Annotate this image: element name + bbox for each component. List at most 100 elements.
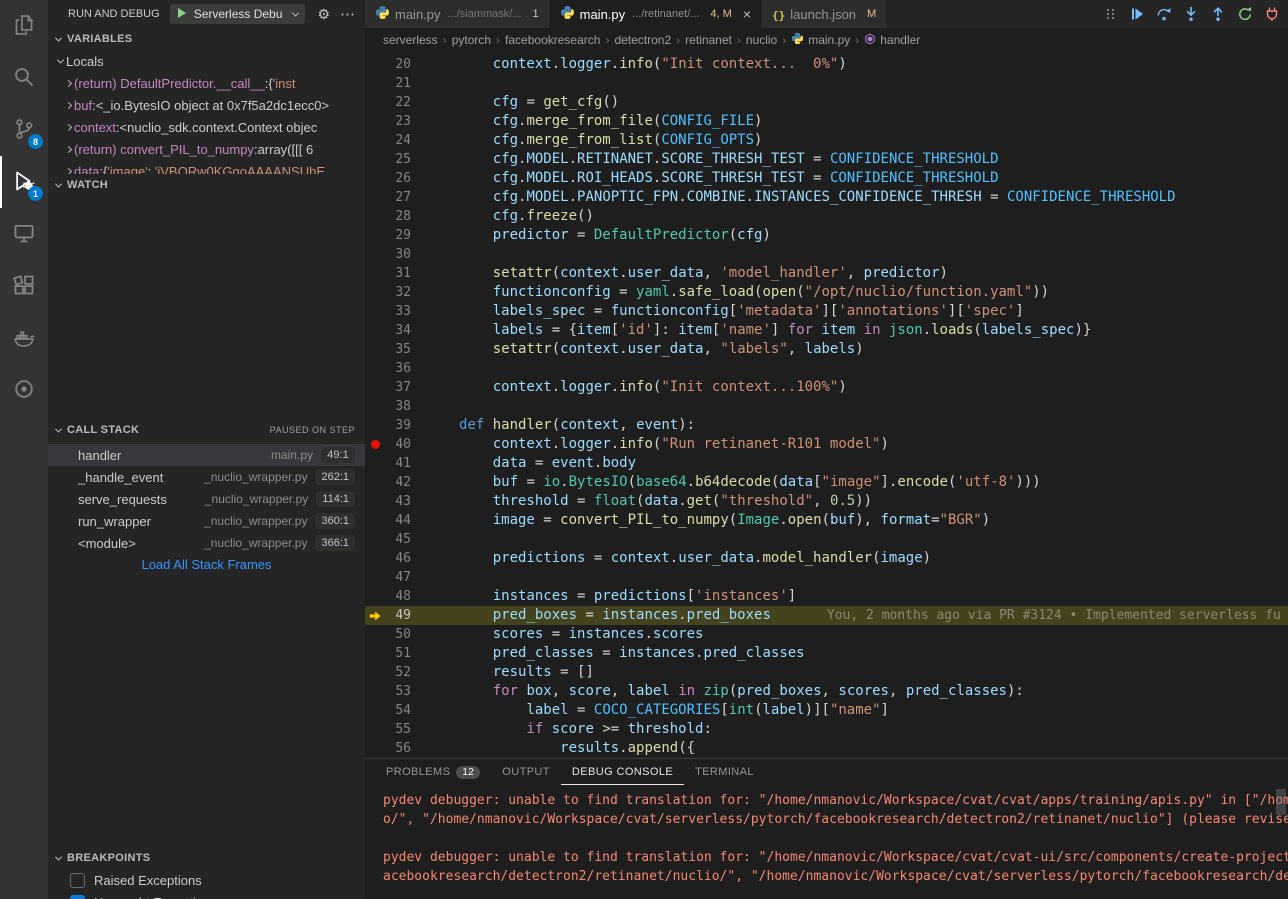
more-actions-icon[interactable]: ⋯ [340, 5, 355, 23]
code-line[interactable]: 43 threshold = float(data.get("threshold… [365, 492, 1288, 511]
code-line[interactable]: 52 results = [] [365, 663, 1288, 682]
code-line[interactable]: 42 buf = io.BytesIO(base64.b64decode(dat… [365, 473, 1288, 492]
close-icon[interactable]: × [743, 7, 751, 21]
code-line[interactable]: 36 [365, 359, 1288, 378]
activity-bar-item-search[interactable] [0, 52, 48, 104]
code-editor[interactable]: 20 context.logger.info("Init context... … [365, 52, 1288, 758]
variables-section-header[interactable]: VARIABLES [48, 28, 365, 50]
debug-disconnect-button[interactable] [1264, 6, 1280, 22]
breakpoint-row[interactable]: ✓Uncaught Exceptions [48, 891, 365, 899]
variable-row[interactable]: (return) convert_PIL_to_numpy: array([[[… [48, 138, 365, 160]
code-line[interactable]: 44 image = convert_PIL_to_numpy(Image.op… [365, 511, 1288, 530]
code-line[interactable]: 32 functionconfig = yaml.safe_load(open(… [365, 283, 1288, 302]
code-line[interactable]: 49 pred_boxes = instances.pred_boxesYou,… [365, 606, 1288, 625]
code-token: ] [788, 588, 796, 604]
code-line[interactable]: 20 context.logger.info("Init context... … [365, 55, 1288, 74]
code-line[interactable]: 25 cfg.MODEL.RETINANET.SCORE_THRESH_TEST… [365, 150, 1288, 169]
panel-tab-debug-console[interactable]: DEBUG CONSOLE [561, 759, 684, 785]
code-line[interactable]: 27 cfg.MODEL.PANOPTIC_FPN.COMBINE.INSTAN… [365, 188, 1288, 207]
activity-bar-item-remote-explorer[interactable] [0, 208, 48, 260]
code-line[interactable]: 29 predictor = DefaultPredictor(cfg) [365, 226, 1288, 245]
code-line[interactable]: 31 setattr(context.user_data, 'model_han… [365, 264, 1288, 283]
call-stack-frame[interactable]: run_wrapper_nuclio_wrapper.py360:1 [48, 510, 365, 532]
panel-tab-terminal[interactable]: TERMINAL [684, 759, 765, 785]
code-line[interactable]: 54 label = COCO_CATEGORIES[int(label)]["… [365, 701, 1288, 720]
breadcrumb-item[interactable]: pytorch [452, 33, 491, 47]
start-debugging-icon[interactable] [177, 7, 187, 22]
editor-tab[interactable]: main.py.../siammask/...1 [365, 0, 550, 28]
code-line[interactable]: 51 pred_classes = instances.pred_classes [365, 644, 1288, 663]
breadcrumb-item[interactable]: handler [864, 33, 920, 48]
variable-row[interactable]: (return) DefaultPredictor.__call__: {'in… [48, 72, 365, 94]
code-text: if score >= threshold: [459, 720, 712, 739]
code-line[interactable]: 53 for box, score, label in zip(pred_box… [365, 682, 1288, 701]
code-line[interactable]: 39def handler(context, event): [365, 416, 1288, 435]
breadcrumb-item[interactable]: facebookresearch [505, 33, 600, 47]
debug-step-into-button[interactable] [1183, 6, 1199, 22]
activity-bar-item-extensions[interactable] [0, 260, 48, 312]
scrollbar-thumb[interactable] [1276, 789, 1286, 815]
code-line[interactable]: 50 scores = instances.scores [365, 625, 1288, 644]
breakpoint-checkbox[interactable]: ✓ [70, 895, 85, 899]
code-line[interactable]: 28 cfg.freeze() [365, 207, 1288, 226]
breadcrumb-item[interactable]: nuclio [746, 33, 777, 47]
call-stack-frame[interactable]: <module>_nuclio_wrapper.py366:1 [48, 532, 365, 554]
breadcrumb-item[interactable]: serverless [383, 33, 438, 47]
code-line[interactable]: 56 results.append({ [365, 739, 1288, 758]
code-line[interactable]: 40 context.logger.info("Run retinanet-R1… [365, 435, 1288, 454]
code-line[interactable]: 22 cfg = get_cfg() [365, 93, 1288, 112]
code-line[interactable]: 34 labels = {item['id']: item['name'] fo… [365, 321, 1288, 340]
code-token: : [148, 164, 155, 175]
breakpoints-section-header[interactable]: BREAKPOINTS [48, 847, 365, 869]
code-line[interactable]: 41 data = event.body [365, 454, 1288, 473]
variables-scope-locals[interactable]: Locals [48, 50, 365, 72]
code-line[interactable]: 37 context.logger.info("Init context...1… [365, 378, 1288, 397]
breadcrumb-item[interactable]: detectron2 [614, 33, 671, 47]
activity-bar-item-explorer[interactable] [0, 0, 48, 52]
breadcrumb-item[interactable]: main.py [791, 32, 850, 48]
debug-gripper-button[interactable] [1104, 6, 1118, 22]
call-stack-frame[interactable]: _handle_event_nuclio_wrapper.py262:1 [48, 466, 365, 488]
code-line[interactable]: 23 cfg.merge_from_file(CONFIG_FILE) [365, 112, 1288, 131]
editor-tab[interactable]: {}launch.jsonM [762, 0, 887, 28]
code-line[interactable]: 30 [365, 245, 1288, 264]
code-line[interactable]: 38 [365, 397, 1288, 416]
activity-bar-item-docker[interactable] [0, 312, 48, 364]
activity-bar-item-extension-circle[interactable] [0, 364, 48, 416]
breakpoint-icon[interactable] [365, 440, 385, 449]
watch-section-header[interactable]: WATCH [48, 174, 365, 196]
debug-continue-button[interactable] [1129, 6, 1145, 22]
debug-step-over-button[interactable] [1156, 6, 1172, 22]
breakpoint-row[interactable]: Raised Exceptions [48, 869, 365, 891]
code-line[interactable]: 45 [365, 530, 1288, 549]
debug-step-out-button[interactable] [1210, 6, 1226, 22]
variable-row[interactable]: data: {'image': 'iVBORw0KGgoAAAANSUhE [48, 160, 365, 174]
gear-icon[interactable]: ⚙ [317, 6, 330, 23]
code-line[interactable]: 24 cfg.merge_from_list(CONFIG_OPTS) [365, 131, 1288, 150]
code-line[interactable]: 48 instances = predictions['instances'] [365, 587, 1288, 606]
call-stack-frame[interactable]: serve_requests_nuclio_wrapper.py114:1 [48, 488, 365, 510]
code-line[interactable]: 26 cfg.MODEL.ROI_HEADS.SCORE_THRESH_TEST… [365, 169, 1288, 188]
variable-row[interactable]: buf: <_io.BytesIO object at 0x7f5a2dc1ec… [48, 94, 365, 116]
current-line-arrow-icon[interactable] [365, 609, 385, 623]
variable-row[interactable]: context: <nuclio_sdk.context.Context obj… [48, 116, 365, 138]
call-stack-section-header[interactable]: CALL STACK PAUSED ON STEP [48, 419, 365, 441]
code-line[interactable]: 33 labels_spec = functionconfig['metadat… [365, 302, 1288, 321]
code-line[interactable]: 21 [365, 74, 1288, 93]
load-all-stack-frames-link[interactable]: Load All Stack Frames [48, 554, 365, 576]
code-line[interactable]: 47 [365, 568, 1288, 587]
code-line[interactable]: 35 setattr(context.user_data, "labels", … [365, 340, 1288, 359]
breakpoint-checkbox[interactable] [70, 873, 85, 888]
editor-tab[interactable]: main.py.../retinanet/...4, M× [550, 0, 762, 28]
call-stack-frame[interactable]: handlermain.py49:1 [48, 444, 365, 466]
panel-tab-output[interactable]: OUTPUT [491, 759, 561, 785]
variable-name: (return) DefaultPredictor.__call__ [74, 76, 265, 91]
activity-bar-item-source-control[interactable]: 8 [0, 104, 48, 156]
debug-restart-button[interactable] [1237, 6, 1253, 22]
breadcrumb-item[interactable]: retinanet [685, 33, 732, 47]
panel-tab-problems[interactable]: PROBLEMS12 [375, 759, 491, 785]
debug-config-dropdown[interactable]: Serverless Debu [170, 4, 306, 24]
code-line[interactable]: 46 predictions = context.user_data.model… [365, 549, 1288, 568]
activity-bar-item-run-and-debug[interactable]: 1 [0, 156, 48, 208]
code-line[interactable]: 55 if score >= threshold: [365, 720, 1288, 739]
